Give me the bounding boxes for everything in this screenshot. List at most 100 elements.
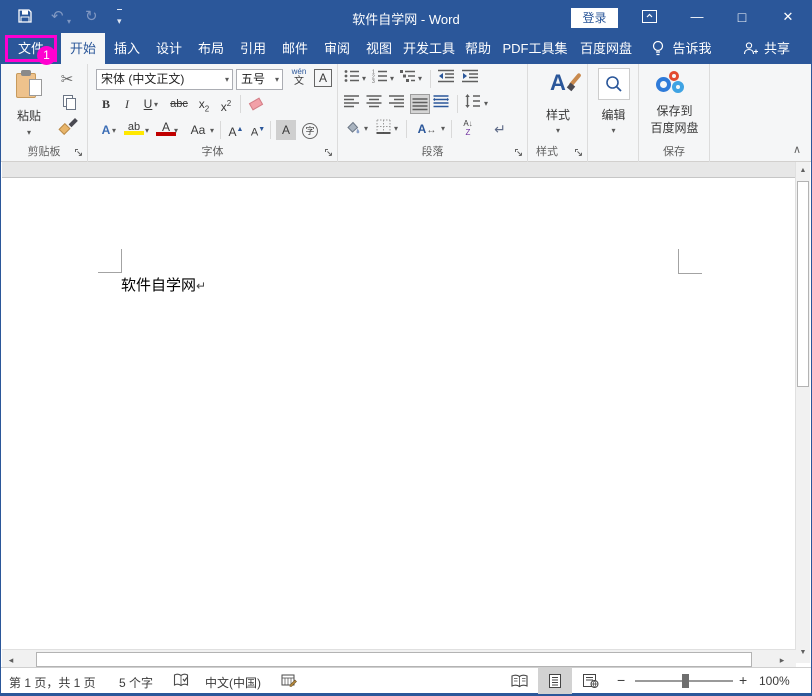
language-indicator[interactable]: 中文(中国)	[205, 674, 261, 691]
distribute-icon	[433, 94, 449, 108]
maximize-button[interactable]: □	[727, 1, 757, 33]
tab-review[interactable]: 审阅	[317, 33, 357, 64]
clipboard-dialog-launcher[interactable]	[74, 148, 84, 158]
numbering-caret-icon: ▾	[390, 75, 394, 83]
character-border-button[interactable]: A	[314, 69, 332, 87]
align-left-button[interactable]	[344, 94, 364, 114]
zoom-slider-thumb[interactable]	[682, 674, 689, 688]
tab-home[interactable]: 开始	[61, 33, 105, 64]
share-button[interactable]: 共享	[759, 33, 795, 64]
share-person-icon	[743, 41, 758, 56]
zoom-in-button[interactable]: +	[739, 672, 747, 688]
show-hide-marks-button[interactable]: ↵	[490, 119, 510, 139]
editing-button[interactable]: 编辑 ▾	[593, 68, 634, 135]
scroll-right-button[interactable]: ▸	[774, 652, 790, 668]
copy-button[interactable]	[59, 95, 79, 115]
paragraph-dialog-launcher[interactable]	[514, 148, 524, 158]
close-button[interactable]: ✕	[773, 1, 803, 33]
baidu-label-line2: 百度网盘	[642, 119, 707, 136]
tab-insert[interactable]: 插入	[107, 33, 147, 64]
superscript-button[interactable]: x2	[216, 94, 236, 114]
highlight-color-button[interactable]: ab	[124, 120, 144, 140]
shading-button[interactable]	[344, 119, 364, 139]
change-case-caret-icon: ▾	[210, 127, 214, 135]
tab-mailings[interactable]: 邮件	[275, 33, 315, 64]
tab-developer[interactable]: 开发工具	[401, 33, 457, 64]
clear-formatting-button[interactable]	[246, 94, 266, 114]
bold-button[interactable]: B	[96, 94, 116, 114]
increase-indent-button[interactable]	[462, 69, 482, 89]
multilevel-list-button[interactable]	[400, 69, 420, 89]
font-group: 宋体 (中文正文) ▾ 五号 ▾ wén 文 A B I U ▾ abc x2 …	[88, 64, 338, 162]
paste-label: 粘贴	[7, 107, 51, 124]
bullets-button[interactable]	[344, 69, 364, 89]
macro-recording-icon[interactable]	[281, 673, 297, 688]
save-to-baidu-button[interactable]: 保存到 百度网盘	[642, 69, 707, 136]
horizontal-scrollbar[interactable]: ◂ ▸	[2, 649, 796, 669]
cut-button[interactable]: ✂	[57, 70, 77, 90]
tab-baidu-netdisk[interactable]: 百度网盘	[575, 33, 637, 64]
word-count[interactable]: 5 个字	[119, 674, 153, 691]
find-box	[598, 68, 630, 100]
styles-icon: A	[533, 70, 583, 100]
subscript-button[interactable]: x2	[194, 94, 214, 114]
web-layout-button[interactable]	[574, 668, 608, 694]
format-painter-button[interactable]	[57, 118, 77, 138]
numbering-button[interactable]: 123	[372, 69, 392, 89]
font-color-button[interactable]: A	[156, 120, 176, 140]
sort-button[interactable]: A↓Z	[458, 119, 478, 139]
read-mode-button[interactable]	[502, 668, 536, 694]
horizontal-scroll-thumb[interactable]	[36, 652, 752, 667]
grow-font-button[interactable]: A▲	[226, 120, 246, 140]
italic-button[interactable]: I	[117, 94, 137, 114]
align-right-button[interactable]	[388, 94, 408, 114]
enclose-characters-button[interactable]: 字	[300, 120, 320, 140]
collapse-ribbon-button[interactable]: ∧	[793, 143, 801, 156]
styles-dialog-launcher[interactable]	[574, 148, 584, 158]
document-page[interactable]: 软件自学网↵	[2, 177, 796, 649]
superscript-n: 2	[227, 99, 231, 108]
login-button[interactable]: 登录	[571, 8, 618, 28]
scroll-left-button[interactable]: ◂	[3, 652, 19, 668]
zoom-level[interactable]: 100%	[759, 674, 790, 688]
font-dialog-launcher[interactable]	[324, 148, 334, 158]
paste-button[interactable]: 粘贴 ▾	[7, 70, 51, 137]
proofing-status-icon[interactable]	[173, 673, 189, 688]
scroll-down-button[interactable]: ▼	[796, 644, 810, 661]
scroll-up-button[interactable]: ▲	[796, 162, 810, 179]
decrease-indent-button[interactable]	[438, 69, 458, 89]
minimize-button[interactable]: —	[682, 1, 712, 33]
page-indicator[interactable]: 第 1 页，共 1 页	[9, 674, 96, 691]
tab-design[interactable]: 设计	[149, 33, 189, 64]
vertical-scrollbar[interactable]: ▲ ▼	[795, 162, 810, 663]
tab-view[interactable]: 视图	[359, 33, 399, 64]
character-shading-button[interactable]: A	[276, 120, 296, 140]
styles-button[interactable]: A 样式 ▾	[533, 70, 583, 135]
justify-button[interactable]	[410, 94, 430, 114]
align-center-button[interactable]	[366, 94, 386, 114]
align-left-icon	[344, 94, 360, 108]
shading-caret-icon: ▾	[364, 125, 368, 133]
tab-help[interactable]: 帮助	[459, 33, 497, 64]
shrink-font-button[interactable]: A▼	[248, 120, 268, 140]
borders-button[interactable]	[376, 119, 396, 139]
phonetic-guide-button[interactable]: wén 文	[288, 67, 310, 91]
title-bar: ↶ ▾ ↻ ▾ 软件自学网 - Word 登录 — □ ✕	[1, 1, 811, 33]
distribute-button[interactable]	[433, 94, 453, 114]
zoom-out-button[interactable]: −	[617, 672, 625, 688]
ribbon-display-options-icon[interactable]	[642, 10, 657, 23]
document-area[interactable]: 软件自学网↵	[2, 162, 796, 649]
change-case-button[interactable]: Aa	[186, 120, 210, 140]
font-name-combobox[interactable]: 宋体 (中文正文) ▾	[96, 69, 233, 90]
vertical-scroll-thumb[interactable]	[797, 181, 809, 387]
font-size-combobox[interactable]: 五号 ▾	[236, 69, 283, 90]
document-text[interactable]: 软件自学网↵	[121, 274, 206, 295]
tab-layout[interactable]: 布局	[191, 33, 231, 64]
print-layout-button[interactable]	[538, 668, 572, 694]
asian-layout-button[interactable]: A↔	[414, 119, 440, 139]
tell-me-box[interactable]: 告诉我	[669, 33, 715, 64]
line-spacing-button[interactable]	[464, 94, 484, 114]
tab-pdf-tools[interactable]: PDF工具集	[499, 33, 571, 64]
strikethrough-button[interactable]: abc	[166, 94, 192, 114]
tab-references[interactable]: 引用	[233, 33, 273, 64]
